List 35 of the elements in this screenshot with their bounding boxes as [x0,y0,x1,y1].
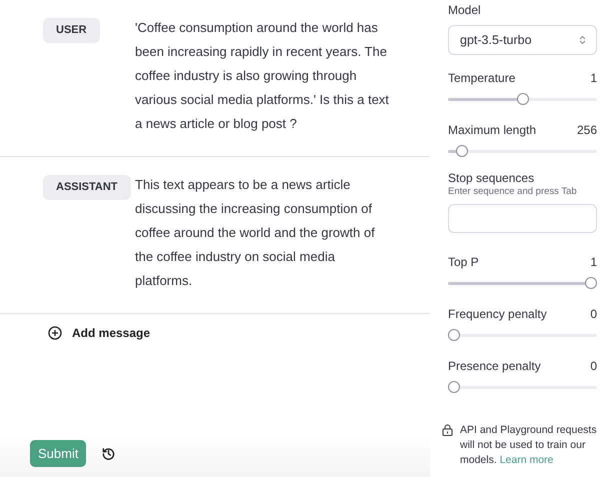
slider-thumb[interactable] [448,381,460,393]
message-text[interactable]: This text appears to be a news article discussing the increasing consumption of coffee around the world and the growth of the coffee industry on social media platforms. [135,173,390,293]
stop-sequences-label: Stop sequences [448,171,536,185]
slider[interactable] [448,329,597,341]
stop-sequences-field[interactable] [448,204,597,233]
lock-icon [442,424,453,436]
slider-thumb[interactable] [448,329,460,341]
slider-thumb[interactable] [456,145,468,157]
slider-label: Presence penalty [448,359,541,373]
slider-thumb[interactable] [585,277,597,289]
history-icon[interactable] [102,446,116,460]
slider-thumb[interactable] [516,93,528,105]
slider-value: 1 [590,71,597,85]
add-message-button[interactable]: Add message [48,326,150,340]
model-label: Model [448,3,482,17]
role-badge[interactable]: USER [43,18,100,43]
slider-value: 1 [590,255,597,269]
slider[interactable] [448,277,597,289]
privacy-notice: API and Playground requests will not be used to train our models. Learn more [460,423,597,468]
plus-circle-icon [48,326,62,340]
slider-label: Maximum length [448,123,536,137]
model-select[interactable]: gpt-3.5-turbo [448,25,597,55]
slider-value: 0 [590,359,597,373]
slider[interactable] [448,145,597,157]
message-text[interactable]: 'Coffee consumption around the world has been increasing rapidly in recent years. The coffee industry is also growing through various social media platforms.' Is this a text a news article or blog post ? [135,16,390,136]
slider-label: Temperature [448,71,516,85]
stop-sequences-hint: Enter sequence and press Tab [448,186,578,197]
slider-label: Top P [448,255,479,269]
slider-value: 0 [590,307,597,321]
slider-value: 256 [576,123,597,137]
chevron-updown-icon [579,35,586,45]
slider[interactable] [448,93,597,105]
slider[interactable] [448,381,597,393]
slider-label: Frequency penalty [448,307,547,321]
role-badge[interactable]: ASSISTANT [43,175,131,200]
